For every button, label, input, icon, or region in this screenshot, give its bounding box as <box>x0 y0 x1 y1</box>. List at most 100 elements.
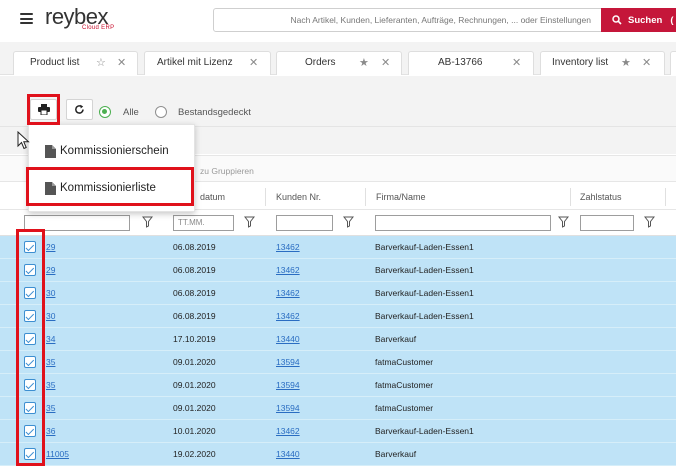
filter-icon[interactable] <box>644 216 655 228</box>
refresh-icon <box>75 104 84 114</box>
order-number-link[interactable]: 30 <box>46 288 55 298</box>
tab-orders[interactable]: Orders ★ ✕ <box>276 51 402 75</box>
close-icon[interactable]: ✕ <box>642 56 651 69</box>
group-hint: zu Gruppieren <box>200 166 254 176</box>
tab-label: Orders <box>305 57 336 68</box>
search-icon <box>612 15 622 25</box>
customer-number-link[interactable]: 13440 <box>276 334 300 344</box>
table-row[interactable]: 35 09.01.2020 13594 fatmaCustomer <box>0 397 676 420</box>
customer-number-link[interactable]: 13594 <box>276 357 300 367</box>
column-header-date[interactable]: datum <box>200 192 225 202</box>
close-icon[interactable]: ✕ <box>512 56 521 69</box>
global-search-input[interactable]: Nach Artikel, Kunden, Lieferanten, Auftr… <box>213 8 602 32</box>
row-date: 06.08.2019 <box>173 265 216 275</box>
customer-number-link[interactable]: 13462 <box>276 265 300 275</box>
close-icon[interactable]: ✕ <box>249 56 258 69</box>
filter-input-company[interactable] <box>375 215 551 231</box>
filter-icon[interactable] <box>142 216 153 228</box>
filter-input-date[interactable]: TT.MM. <box>173 215 234 231</box>
order-number-link[interactable]: 35 <box>46 403 55 413</box>
table-row[interactable]: 35 09.01.2020 13594 fatmaCustomer <box>0 351 676 374</box>
column-separator[interactable] <box>265 188 266 206</box>
column-separator[interactable] <box>665 188 666 206</box>
order-number-link[interactable]: 11005 <box>46 449 69 459</box>
customer-number-link[interactable]: 13462 <box>276 288 300 298</box>
customer-number-link[interactable]: 13462 <box>276 242 300 252</box>
table-row[interactable]: 30 06.08.2019 13462 Barverkauf-Laden-Ess… <box>0 282 676 305</box>
tab-product-list[interactable]: Product list ☆ ✕ <box>13 51 138 75</box>
table-row[interactable]: 29 06.08.2019 13462 Barverkauf-Laden-Ess… <box>0 259 676 282</box>
search-placeholder: Nach Artikel, Kunden, Lieferanten, Auftr… <box>290 15 591 25</box>
order-number-link[interactable]: 34 <box>46 334 55 344</box>
order-number-link[interactable]: 30 <box>46 311 55 321</box>
customer-number-link[interactable]: 13594 <box>276 403 300 413</box>
table-row[interactable]: 30 06.08.2019 13462 Barverkauf-Laden-Ess… <box>0 305 676 328</box>
search-button-suffix: ( <box>670 14 674 26</box>
row-checkbox[interactable] <box>24 402 36 414</box>
table-row[interactable]: 36 10.01.2020 13462 Barverkauf-Laden-Ess… <box>0 420 676 443</box>
row-checkbox[interactable] <box>24 310 36 322</box>
star-outline-icon[interactable]: ☆ <box>96 56 106 69</box>
radio-bestandsgedeckt[interactable] <box>155 106 167 118</box>
row-company: Barverkauf-Laden-Essen1 <box>375 265 474 275</box>
column-header-company[interactable]: Firma/Name <box>376 192 426 202</box>
column-header-payment-status[interactable]: Zahlstatus <box>580 192 622 202</box>
row-checkbox[interactable] <box>24 241 36 253</box>
menu-icon[interactable] <box>20 13 33 24</box>
row-checkbox[interactable] <box>24 425 36 437</box>
row-company: Barverkauf-Laden-Essen1 <box>375 311 474 321</box>
filter-icon[interactable] <box>244 216 255 228</box>
row-company: Barverkauf-Laden-Essen1 <box>375 288 474 298</box>
tab-ab-13766[interactable]: AB-13766 ✕ <box>408 51 534 75</box>
order-number-link[interactable]: 36 <box>46 426 55 436</box>
tab-inventory-list[interactable]: Inventory list ★ ✕ <box>540 51 665 75</box>
filter-input-payment-status[interactable] <box>580 215 634 231</box>
print-dropdown-menu: Kommissionierschein Kommissionierliste <box>28 124 195 212</box>
tab-overflow[interactable] <box>670 51 676 75</box>
search-button[interactable]: Suchen ( <box>601 8 676 32</box>
row-date: 06.08.2019 <box>173 311 216 321</box>
column-separator[interactable] <box>365 188 366 206</box>
radio-alle[interactable] <box>99 106 111 118</box>
row-checkbox[interactable] <box>24 379 36 391</box>
order-number-link[interactable]: 29 <box>46 242 55 252</box>
tab-label: Product list <box>30 57 80 68</box>
print-button[interactable] <box>30 99 57 120</box>
row-checkbox[interactable] <box>24 287 36 299</box>
column-header-customer-no[interactable]: Kunden Nr. <box>276 192 321 202</box>
row-company: fatmaCustomer <box>375 380 434 390</box>
table-row[interactable]: 34 17.10.2019 13440 Barverkauf <box>0 328 676 351</box>
menu-item-kommissionierliste[interactable]: Kommissionierliste <box>45 178 156 198</box>
filter-input-number[interactable] <box>24 215 130 231</box>
row-checkbox[interactable] <box>24 264 36 276</box>
close-icon[interactable]: ✕ <box>381 56 390 69</box>
menu-item-kommissionierschein[interactable]: Kommissionierschein <box>45 141 169 161</box>
row-company: Barverkauf-Laden-Essen1 <box>375 242 474 252</box>
customer-number-link[interactable]: 13462 <box>276 426 300 436</box>
close-icon[interactable]: ✕ <box>117 56 126 69</box>
tab-artikel-mit-lizenz[interactable]: Artikel mit Lizenz ✕ <box>144 51 271 75</box>
radio-bestandsgedeckt-label: Bestandsgedeckt <box>178 107 251 118</box>
row-checkbox[interactable] <box>24 448 36 460</box>
table-row[interactable]: 29 06.08.2019 13462 Barverkauf-Laden-Ess… <box>0 236 676 259</box>
order-number-link[interactable]: 29 <box>46 265 55 275</box>
filter-icon[interactable] <box>343 216 354 228</box>
star-icon[interactable]: ★ <box>621 56 631 69</box>
menu-item-label: Kommissionierschein <box>60 145 169 157</box>
customer-number-link[interactable]: 13440 <box>276 449 300 459</box>
filter-input-customer[interactable] <box>276 215 333 231</box>
order-number-link[interactable]: 35 <box>46 380 55 390</box>
filter-icon[interactable] <box>558 216 569 228</box>
table-row[interactable]: 35 09.01.2020 13594 fatmaCustomer <box>0 374 676 397</box>
customer-number-link[interactable]: 13594 <box>276 380 300 390</box>
order-number-link[interactable]: 35 <box>46 357 55 367</box>
refresh-button[interactable] <box>66 99 93 120</box>
mouse-cursor-icon <box>17 131 30 150</box>
row-checkbox[interactable] <box>24 356 36 368</box>
customer-number-link[interactable]: 13462 <box>276 311 300 321</box>
table-row[interactable]: 11005 19.02.2020 13440 Barverkauf <box>0 443 676 466</box>
row-checkbox[interactable] <box>24 333 36 345</box>
star-icon[interactable]: ★ <box>359 56 369 69</box>
row-company: Barverkauf-Laden-Essen1 <box>375 426 474 436</box>
column-separator[interactable] <box>570 188 571 206</box>
